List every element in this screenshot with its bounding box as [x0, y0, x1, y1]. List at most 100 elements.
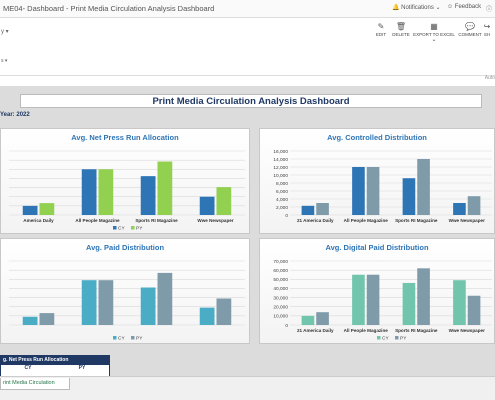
y-tick-label: 20,000	[273, 305, 288, 311]
bar-cy	[22, 316, 38, 325]
bar-cy	[352, 167, 365, 215]
bar-cy	[81, 169, 97, 215]
notifications-label: Notifications	[401, 5, 434, 11]
table-header-row: CY PY	[1, 365, 109, 371]
feedback-button[interactable]: ☺ Feedback	[447, 4, 481, 10]
bar-py	[417, 159, 430, 215]
bar-py	[98, 280, 114, 325]
bar-py	[467, 295, 481, 325]
legend-swatch	[113, 226, 117, 230]
sheet-tab[interactable]: rint Media Circulation	[0, 378, 70, 390]
delete-label: DELETE	[392, 32, 410, 37]
bar-cy	[453, 280, 466, 325]
share-icon: ↪	[483, 22, 491, 31]
y-tick-label: 60,000	[273, 268, 288, 274]
bar-py	[39, 203, 55, 215]
category-label: All People Magazine	[344, 328, 389, 333]
excel-icon: ▦	[430, 22, 438, 31]
legend-label: CY	[118, 336, 125, 342]
toolbar: y ▾ s ▾ ✎ EDIT 🗑 DELETE ▦ EXPORT TO EXCE…	[0, 18, 495, 81]
bar-cy	[199, 196, 215, 215]
legend-label: PY	[136, 336, 143, 342]
bar-cy	[352, 274, 365, 325]
y-tick-label: 0	[285, 213, 288, 219]
chart-panel-paid-distribution: Avg. Paid Distribution CY PY	[0, 238, 250, 344]
filter-select[interactable]: s ▾	[1, 58, 7, 64]
table-title: g. Net Press Run Allocation	[1, 356, 109, 365]
bar-py	[98, 169, 114, 215]
view-select-value: y	[1, 29, 4, 35]
controlled-distribution-chart: 0 2,000 4,000 6,000 8,000 10,000 12,000 14,000 1…	[273, 149, 492, 223]
bar-cy	[402, 178, 416, 215]
bar-cy	[453, 203, 466, 215]
window-title: ME04- Dashboard - Print Media Circulatio…	[3, 4, 215, 13]
window-titlebar: ME04- Dashboard - Print Media Circulatio…	[0, 0, 495, 18]
y-tick-label: 16,000	[273, 149, 288, 155]
legend-swatch	[377, 336, 381, 340]
legend-label: PY	[136, 226, 143, 232]
help-icon[interactable]: ⓘ	[486, 4, 492, 13]
legend-swatch	[113, 336, 117, 340]
legend-label: CY	[382, 336, 389, 342]
bar-py	[316, 312, 329, 325]
filter-select-value: s	[1, 58, 4, 64]
year-filter[interactable]: Year: 2022	[0, 112, 30, 118]
chart-panel-net-press-run: Avg. Net Press Run Allocation America Da…	[0, 128, 250, 234]
bar-py	[216, 298, 232, 325]
view-select[interactable]: y ▾	[1, 28, 9, 35]
y-tick-label: 50,000	[273, 277, 288, 283]
bar-py	[216, 187, 232, 215]
y-tick-label: 8,000	[276, 181, 288, 187]
category-label: Sports RI Magazine	[395, 328, 438, 333]
paid-distribution-chart: CY PY	[9, 260, 245, 342]
category-label: All People Magazine	[75, 218, 120, 223]
notifications-button[interactable]: 🔔 Notifications ⌄	[392, 4, 441, 11]
bar-cy	[402, 282, 416, 325]
bar-cy	[199, 307, 215, 325]
legend-swatch	[131, 336, 135, 340]
year-label: Year:	[0, 112, 15, 118]
bar-py	[366, 274, 380, 325]
bar-py	[467, 196, 481, 215]
y-tick-label: 40,000	[273, 286, 288, 292]
bar-cy	[140, 287, 156, 325]
y-tick-label: 6,000	[276, 189, 288, 195]
category-label: Wwe Newspaper	[449, 218, 485, 223]
bar-cy	[81, 280, 97, 325]
y-tick-label: 0	[285, 323, 288, 329]
y-tick-label: 2,000	[276, 205, 288, 211]
chart-panel-digital-paid-distribution: Avg. Digital Paid Distribution 0 10,000 20…	[259, 238, 495, 344]
category-label: Wwe Newspaper	[197, 218, 233, 223]
category-label: America Daily	[23, 218, 54, 223]
y-tick-label: 4,000	[276, 197, 288, 203]
bar-py	[417, 268, 430, 325]
bar-py	[366, 167, 380, 215]
y-tick-label: 12,000	[273, 165, 288, 171]
table-header-py: PY	[78, 365, 86, 371]
chevron-down-icon: ⌄	[431, 37, 437, 43]
legend-swatch	[131, 226, 135, 230]
export-excel-button[interactable]: ▦ EXPORT TO EXCEL ⌄	[412, 22, 456, 43]
category-label: 21 America Daily	[297, 328, 334, 333]
y-tick-label: 30,000	[273, 295, 288, 301]
bar-cy	[140, 176, 156, 215]
dashboard-title: Print Media Circulation Analysis Dashboa…	[20, 94, 482, 108]
net-press-run-chart: America Daily All People Magazine Sports R…	[9, 150, 245, 232]
chart-panel-controlled-distribution: Avg. Controlled Distribution 0 2,000 4,000…	[259, 128, 495, 234]
share-label: SH	[483, 32, 491, 37]
y-tick-label: 70,000	[273, 259, 288, 265]
edit-label: EDIT	[375, 32, 387, 37]
category-label: Sports RI Magazine	[395, 218, 438, 223]
bar-py	[157, 161, 173, 215]
bar-py	[316, 203, 329, 215]
category-label: 21 America Daily	[297, 218, 334, 223]
legend-label: PY	[400, 336, 407, 342]
y-tick-label: 10,000	[273, 314, 288, 320]
y-tick-label: 10,000	[273, 173, 288, 179]
share-button[interactable]: ↪ SH	[479, 22, 495, 37]
bar-cy	[301, 205, 315, 215]
bar-py	[157, 272, 173, 325]
bar-cy	[22, 205, 38, 215]
bar-cy	[301, 315, 315, 325]
y-tick-label: 14,000	[273, 157, 288, 163]
